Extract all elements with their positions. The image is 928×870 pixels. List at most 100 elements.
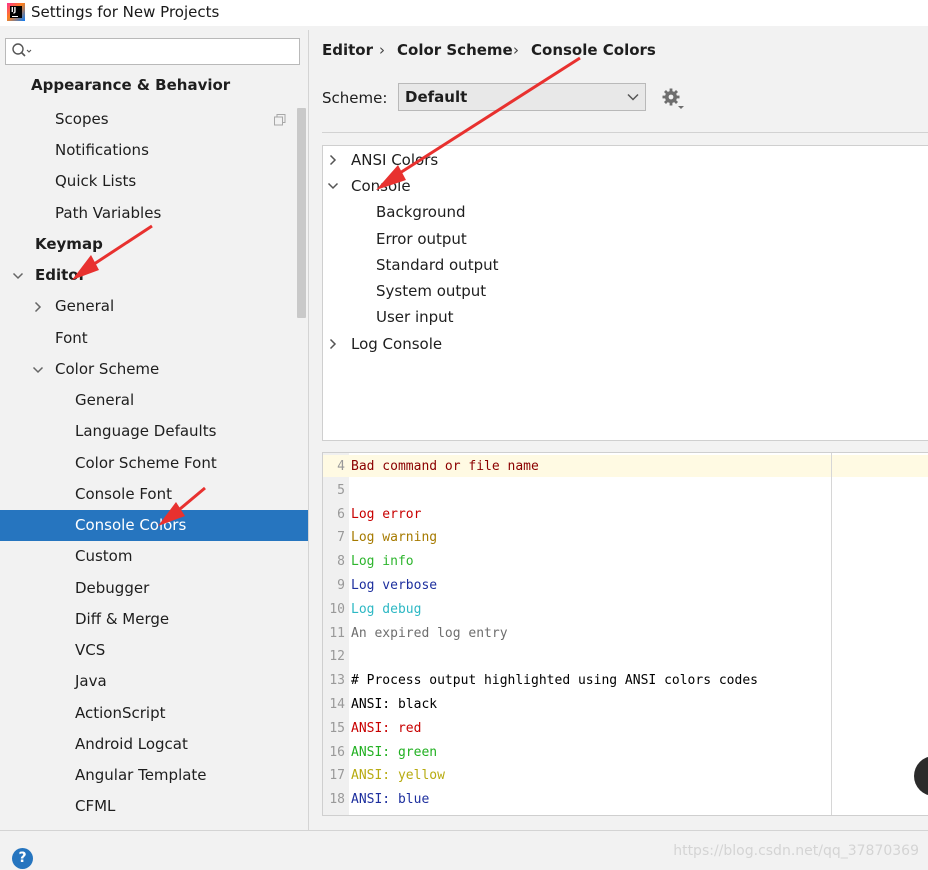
code-text: ANSI: green xyxy=(351,744,438,760)
help-icon[interactable]: ? xyxy=(12,848,33,869)
chevron-down-icon[interactable] xyxy=(327,180,339,192)
code-text: ANSI: red xyxy=(351,720,422,736)
sidebar-item-quick-lists[interactable]: Quick Lists xyxy=(0,166,308,197)
code-text: ANSI: yellow xyxy=(351,768,445,784)
line-number: 13 xyxy=(329,673,345,689)
scheme-label: Scheme: xyxy=(322,89,388,107)
sidebar-item-custom[interactable]: Custom xyxy=(0,541,308,572)
copy-icon xyxy=(274,114,286,126)
sidebar-item-editor[interactable]: Editor xyxy=(0,260,308,291)
code-text: Log debug xyxy=(351,601,422,617)
sidebar-item-label: Keymap xyxy=(35,235,103,253)
chevron-down-icon[interactable] xyxy=(12,270,24,282)
right-margin-guide xyxy=(831,453,832,815)
sidebar-item-label: Notifications xyxy=(55,141,149,159)
settings-sidebar: Appearance & Behavior Scopes Notificatio… xyxy=(0,30,309,830)
sidebar-item-console-font[interactable]: Console Font xyxy=(0,479,308,510)
sidebar-item-label: General xyxy=(55,297,115,315)
scheme-value: Default xyxy=(405,88,468,106)
line-number: 6 xyxy=(337,506,345,522)
sidebar-item-vcs[interactable]: VCS xyxy=(0,635,308,666)
line-number: 15 xyxy=(329,720,345,736)
chevron-right-icon[interactable] xyxy=(32,301,44,313)
sidebar-item-label: Editor xyxy=(35,266,86,284)
sidebar-item-font[interactable]: Font xyxy=(0,323,308,354)
sidebar-item-java[interactable]: Java xyxy=(0,666,308,697)
tree-item-standard-output[interactable]: Standard output xyxy=(376,252,498,278)
sidebar-item-notifications[interactable]: Notifications xyxy=(0,135,308,166)
code-text: An expired log entry xyxy=(351,625,508,641)
sidebar-item-label: VCS xyxy=(75,641,106,659)
line-number: 9 xyxy=(337,578,345,593)
tree-item-label: ANSI Colors xyxy=(351,151,439,169)
breadcrumb-editor[interactable]: Editor xyxy=(322,41,373,59)
window-title: Settings for New Projects xyxy=(31,3,220,21)
breadcrumb-color-scheme[interactable]: Color Scheme xyxy=(397,41,513,59)
sidebar-item-color-scheme-font[interactable]: Color Scheme Font xyxy=(0,448,308,479)
sidebar-item-label: Color Scheme xyxy=(55,360,160,378)
sidebar-item-debugger[interactable]: Debugger xyxy=(0,573,308,604)
code-text: Log warning xyxy=(351,530,438,546)
breadcrumb-console-colors: Console Colors xyxy=(531,41,656,59)
sidebar-item-label: Angular Template xyxy=(75,766,207,784)
line-number: 18 xyxy=(329,792,345,808)
dropdown-icon xyxy=(627,93,639,101)
line-number: 8 xyxy=(337,554,345,570)
app-icon: IJ xyxy=(7,3,25,21)
sidebar-item-path-variables[interactable]: Path Variables xyxy=(0,198,308,229)
line-number: 16 xyxy=(329,744,345,760)
breadcrumb-separator: › xyxy=(379,41,385,59)
line-number: 17 xyxy=(329,768,345,784)
search-icon xyxy=(12,43,32,57)
code-text: # Process output highlighted using ANSI … xyxy=(351,673,758,689)
sidebar-item-color-scheme[interactable]: Color Scheme xyxy=(0,354,308,385)
tree-item-background[interactable]: Background xyxy=(376,199,466,225)
title-bar: IJ Settings for New Projects xyxy=(0,0,928,26)
sidebar-item-angular-template[interactable]: Angular Template xyxy=(0,760,308,791)
sidebar-item-label: CFML xyxy=(75,797,116,815)
sidebar-item-label: Path Variables xyxy=(55,204,162,222)
sidebar-item-android-logcat[interactable]: Android Logcat xyxy=(0,729,308,760)
line-number: 4 xyxy=(337,459,345,474)
sidebar-item-scopes[interactable]: Scopes xyxy=(0,104,308,135)
line-number: 11 xyxy=(329,625,345,641)
scheme-dropdown[interactable]: Default xyxy=(398,83,646,111)
code-text: Log verbose xyxy=(351,578,438,593)
sidebar-item-console-colors[interactable]: Console Colors xyxy=(0,510,308,541)
tree-item-label: Console xyxy=(351,177,411,195)
sidebar-item-label: Console Font xyxy=(75,485,172,503)
line-number: 7 xyxy=(337,530,345,546)
separator xyxy=(322,132,928,133)
sidebar-item-label: ActionScript xyxy=(75,704,166,722)
tree-item-user-input[interactable]: User input xyxy=(376,304,454,330)
tree-item-system-output[interactable]: System output xyxy=(376,278,486,304)
sidebar-item-label: Custom xyxy=(75,547,133,565)
sidebar-item-language-defaults[interactable]: Language Defaults xyxy=(0,416,308,447)
sidebar-item-actionscript[interactable]: ActionScript xyxy=(0,698,308,729)
sidebar-item-label: Appearance & Behavior xyxy=(31,76,231,94)
search-input[interactable] xyxy=(5,38,300,65)
sidebar-item-label: Java xyxy=(75,672,107,690)
attributes-tree: ANSI Colors Console Background Error out… xyxy=(322,145,928,441)
sidebar-item-label: Scopes xyxy=(55,110,109,128)
code-text: Log error xyxy=(351,506,422,522)
sidebar-item-appearance-behavior[interactable]: Appearance & Behavior xyxy=(0,70,308,101)
line-number: 5 xyxy=(337,482,345,498)
chevron-down-icon[interactable] xyxy=(32,364,44,376)
chevron-right-icon[interactable] xyxy=(327,338,339,350)
chevron-right-icon[interactable] xyxy=(327,154,339,166)
sidebar-item-keymap[interactable]: Keymap xyxy=(0,229,308,260)
gear-icon[interactable] xyxy=(661,86,685,110)
sidebar-item-label: Language Defaults xyxy=(75,422,217,440)
sidebar-item-cs-general[interactable]: General xyxy=(0,385,308,416)
line-number: 12 xyxy=(329,649,345,665)
tree-item-label: Log Console xyxy=(351,335,443,353)
sidebar-item-label: General xyxy=(75,391,135,409)
sidebar-item-label: Console Colors xyxy=(75,516,187,534)
sidebar-item-label: Android Logcat xyxy=(75,735,188,753)
sidebar-item-diff-merge[interactable]: Diff & Merge xyxy=(0,604,308,635)
sidebar-item-cfml[interactable]: CFML xyxy=(0,791,308,822)
preview-editor[interactable]: 4 Bad command or file name 5 6 Log error 7 Log… xyxy=(322,452,928,816)
tree-item-error-output[interactable]: Error output xyxy=(376,226,467,252)
sidebar-item-general[interactable]: General xyxy=(0,291,308,322)
